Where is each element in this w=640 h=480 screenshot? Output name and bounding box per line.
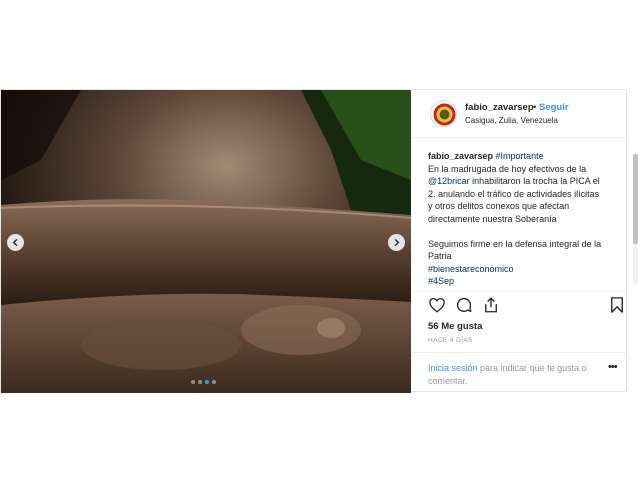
share-button[interactable] [482,296,500,314]
scrollbar-thumb[interactable] [633,154,638,244]
carousel-dot-active [205,380,209,384]
chevron-right-icon [394,238,400,247]
post-sidebar: fabio_zavarsep • Seguir Casigua, Zulia, … [412,90,638,393]
avatar[interactable] [430,100,457,127]
instagram-post: fabio_zavarsep • Seguir Casigua, Zulia, … [0,89,638,393]
caption-hashtag[interactable]: #bienestareconómico [428,264,514,274]
likes-count[interactable]: 56 Me gusta [428,321,482,332]
more-options-button[interactable]: ••• [608,361,618,373]
caption-line: inhabilitaron la trocha la PICA el [469,176,600,186]
caption-hashtag[interactable]: #Importante [496,151,544,161]
carousel-indicator [191,380,216,384]
caption-line: y otros delitos conexos que afectan [428,201,570,211]
post-caption: fabio_zavarsep #Importante En la madruga… [428,150,618,286]
caption-line: directamente nuestra Soberanía [428,213,557,224]
carousel-prev-button[interactable] [7,234,24,251]
post-location[interactable]: Casigua, Zulia, Venezuela [465,116,558,125]
chevron-left-icon [12,238,18,247]
caption-line: 2. anulando el tráfico de actividades il… [428,188,600,199]
caption-line: En la madrugada de hoy efectivos de la [428,163,587,174]
login-link[interactable]: Inicia sesión [428,363,478,373]
like-button[interactable] [428,296,446,314]
photo-dirt-road-night [1,90,411,393]
post-timestamp[interactable]: HACE 4 DÍAS [428,337,473,344]
post-header: fabio_zavarsep • Seguir Casigua, Zulia, … [412,90,627,138]
save-button[interactable] [608,296,626,314]
army-seal-icon [433,103,456,126]
share-icon [485,297,497,313]
divider [412,352,627,353]
comments-scrollbar[interactable] [633,154,638,284]
caption-username[interactable]: fabio_zavarsep [428,151,493,161]
comment-button[interactable] [455,296,473,314]
caption-line: Patria [428,251,452,261]
bookmark-icon [611,297,623,313]
carousel-next-button[interactable] [388,234,405,251]
caption-line: Seguimos firme en la defensa integral de… [428,238,602,249]
post-username[interactable]: fabio_zavarsep [465,102,534,113]
header-separator: • [533,102,537,113]
follow-button[interactable]: Seguir [539,102,569,113]
carousel-dot [191,380,195,384]
post-photo[interactable] [1,90,411,393]
heart-icon [429,297,445,313]
carousel-dot [198,380,202,384]
login-prompt: Inicia sesión para indicar que te gusta … [428,362,608,388]
divider [412,291,627,292]
carousel-dot [212,380,216,384]
caption-mention[interactable]: @12bricar [428,176,470,186]
caption-hashtag[interactable]: #4Sep [428,276,454,286]
action-bar [428,296,624,316]
comment-icon [456,297,472,313]
